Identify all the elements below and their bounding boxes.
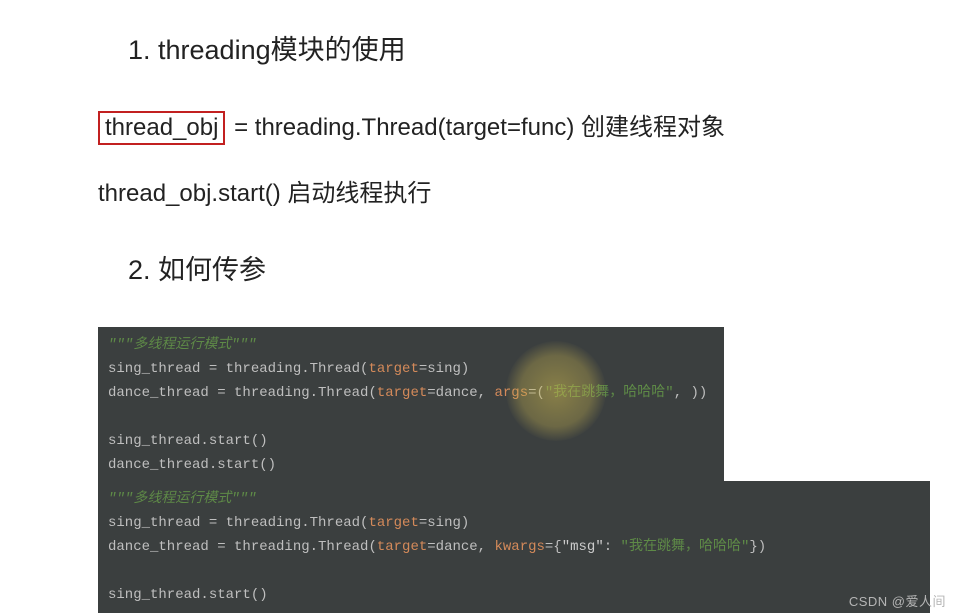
ca-l1-kw: target	[368, 361, 418, 377]
ca-l1a: sing_thread = threading.Thread(	[108, 361, 368, 377]
watermark: CSDN @爱人间	[849, 591, 946, 610]
code-block-args: """多线程运行模式""" sing_thread = threading.Th…	[98, 327, 724, 483]
docstring-b: """多线程运行模式"""	[108, 491, 256, 507]
cb-l2a: dance_thread = threading.Thread(	[108, 539, 377, 555]
ca-l2b: =dance,	[427, 385, 494, 401]
cb-l2d: :	[604, 539, 621, 555]
section-2-title: 2. 如何传参	[128, 248, 858, 287]
cb-l1a: sing_thread = threading.Thread(	[108, 515, 368, 531]
cb-l2e: })	[749, 539, 766, 555]
create-thread-rest: = threading.Thread(target=func) 创建线程对象	[227, 114, 725, 141]
cb-l2c: ={	[545, 539, 562, 555]
cb-l4: sing_thread.start()	[108, 587, 268, 603]
cb-l2-kw1: target	[377, 539, 427, 555]
ca-l1b: =sing)	[419, 361, 469, 377]
ca-l2-kw1: target	[377, 385, 427, 401]
cb-l2-kw2: kwargs	[494, 539, 544, 555]
section-1-title: 1. threading模块的使用	[128, 28, 858, 67]
create-thread-line: thread_obj = threading.Thread(target=fun…	[98, 107, 858, 145]
ca-l2d: , ))	[674, 385, 708, 401]
docstring-a: """多线程运行模式"""	[108, 337, 256, 353]
ca-l2a: dance_thread = threading.Thread(	[108, 385, 377, 401]
code-wrap: """多线程运行模式""" sing_thread = threading.Th…	[98, 327, 930, 613]
cb-l1-kw: target	[368, 515, 418, 531]
ca-l2-kw2: args	[494, 385, 528, 401]
start-thread-line: thread_obj.start() 启动线程执行	[98, 173, 858, 208]
ca-l2-str: "我在跳舞，哈哈哈"	[545, 385, 674, 401]
cb-l2b: =dance,	[427, 539, 494, 555]
code-block-kwargs: """多线程运行模式""" sing_thread = threading.Th…	[98, 481, 930, 613]
boxed-var: thread_obj	[98, 111, 225, 145]
ca-l5: dance_thread.start()	[108, 457, 276, 473]
cb-l1b: =sing)	[419, 515, 469, 531]
cb-l2-val: "我在跳舞，哈哈哈"	[621, 539, 750, 555]
ca-l4: sing_thread.start()	[108, 433, 268, 449]
ca-l2c: =(	[528, 385, 545, 401]
cb-l2-key: "msg"	[562, 539, 604, 555]
